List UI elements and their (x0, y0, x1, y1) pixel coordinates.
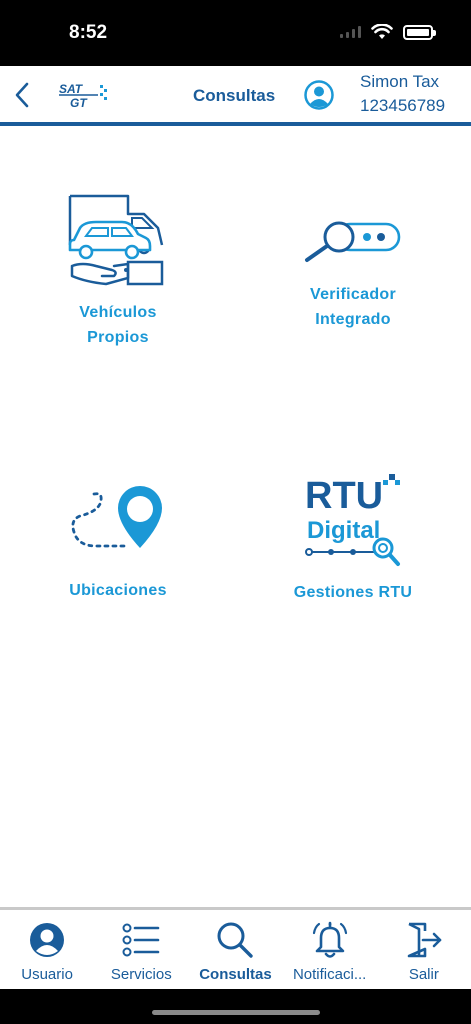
status-time: 8:52 (69, 22, 108, 43)
magnifier-toggle-icon (305, 221, 401, 262)
search-icon (217, 922, 254, 958)
bottom-tab-bar: Usuario Servicios Consultas Notificaci..… (0, 907, 471, 989)
app-header: SAT GT Consultas Simon Tax 123456789 (0, 66, 471, 126)
sat-gt-logo: SAT GT (59, 82, 107, 110)
tile-label-line1: Gestiones RTU (293, 584, 413, 601)
tile-label-line1: Ubicaciones (69, 582, 167, 599)
map-pin-route-icon (71, 486, 162, 548)
tile-label-line1: Verificador (309, 286, 396, 303)
tab-label: Usuario (21, 966, 73, 983)
tab-usuario[interactable]: Usuario (0, 910, 94, 989)
status-icons (340, 24, 436, 40)
tile-vehiculos-propios[interactable]: Vehículos Propios (18, 190, 218, 350)
cellular-signal-icon (340, 26, 361, 38)
chevron-left-icon (15, 82, 29, 108)
bell-icon (312, 921, 347, 958)
user-avatar-icon[interactable] (304, 80, 334, 110)
user-nit: 123456789 (360, 96, 446, 115)
tile-label-line2: Propios (87, 329, 149, 346)
page-title: Consultas (193, 86, 276, 105)
battery-icon (403, 24, 436, 40)
home-indicator[interactable] (152, 1010, 320, 1015)
back-button[interactable] (8, 80, 36, 110)
tab-notificaciones[interactable]: Notificaci... (283, 910, 377, 989)
tile-ubicaciones[interactable]: Ubicaciones (18, 482, 218, 603)
user-circle-icon (30, 923, 65, 957)
tile-gestiones-rtu[interactable]: RTU Digital Gestiones RTU (253, 470, 453, 605)
tile-verificador-integrado[interactable]: Verificador Integrado (253, 214, 453, 332)
tile-label-line2: Integrado (315, 311, 391, 328)
tab-salir[interactable]: Salir (377, 910, 471, 989)
svg-text:GT: GT (70, 96, 88, 110)
status-bar: 8:52 (0, 0, 471, 66)
tab-label: Notificaci... (292, 966, 367, 983)
svg-text:SAT: SAT (59, 82, 84, 96)
rtu-digital-logo: RTU Digital (305, 474, 400, 566)
tile-label-line1: Vehículos (79, 304, 157, 321)
tab-consultas[interactable]: Consultas (188, 910, 282, 989)
tab-label: Consultas (199, 966, 272, 983)
svg-text:Digital: Digital (307, 517, 380, 544)
user-name: Simon Tax (360, 72, 440, 91)
home-indicator-area (0, 989, 471, 1024)
exit-door-icon (407, 922, 442, 958)
tab-label: Salir (408, 966, 439, 983)
tab-label: Servicios (110, 966, 172, 983)
tab-servicios[interactable]: Servicios (94, 910, 188, 989)
wifi-icon (371, 24, 393, 39)
car-hand-icon (68, 194, 164, 286)
list-icon (122, 923, 160, 957)
svg-text:RTU: RTU (305, 475, 383, 517)
